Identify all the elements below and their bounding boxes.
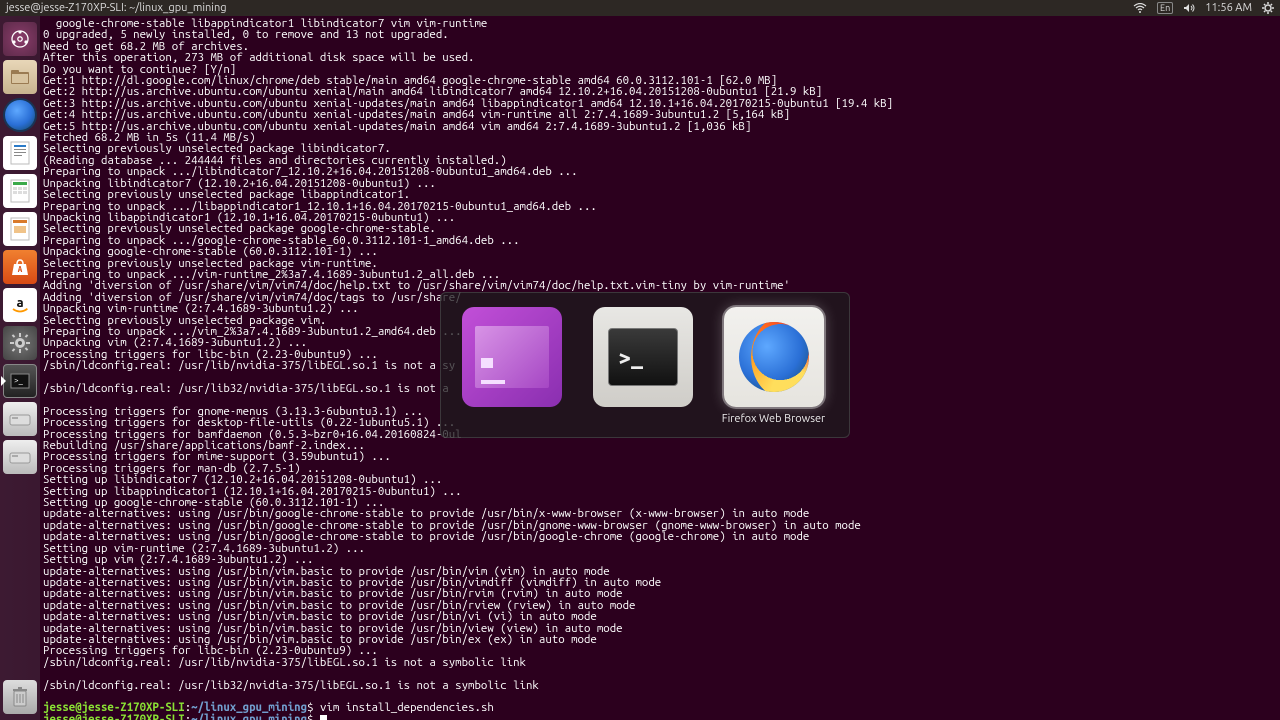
writer-icon[interactable] — [3, 136, 37, 170]
disk1-icon[interactable] — [3, 402, 37, 436]
wifi-icon[interactable] — [1133, 3, 1147, 13]
gear-icon[interactable] — [1262, 2, 1274, 14]
svg-text:A: A — [18, 265, 23, 274]
dash-icon[interactable] — [3, 22, 37, 56]
disk2-icon[interactable] — [3, 440, 37, 474]
trash-icon[interactable] — [3, 680, 37, 714]
top-menu-bar: jesse@jesse-Z170XP-SLI: ~/linux_gpu_mini… — [0, 0, 1280, 16]
settings-icon[interactable] — [3, 326, 37, 360]
alttab-app-terminal[interactable]: >_ — [590, 307, 695, 427]
alttab-app-window[interactable] — [459, 307, 564, 427]
files-icon[interactable] — [3, 60, 37, 94]
calc-icon[interactable] — [3, 174, 37, 208]
svg-text:a: a — [16, 296, 23, 310]
clock[interactable]: 11:56 AM — [1205, 2, 1252, 14]
amazon-icon[interactable]: a — [3, 288, 37, 322]
sound-icon[interactable] — [1183, 3, 1195, 13]
svg-text:>_: >_ — [14, 376, 23, 385]
lang-indicator[interactable]: En — [1157, 2, 1173, 14]
terminal-icon[interactable]: >_ — [3, 364, 37, 398]
alttab-label-2: Firefox Web Browser — [722, 413, 825, 427]
firefox-icon[interactable] — [3, 98, 37, 132]
alttab-app-firefox[interactable]: Firefox Web Browser — [721, 307, 826, 427]
window-title: jesse@jesse-Z170XP-SLI: ~/linux_gpu_mini… — [6, 2, 227, 14]
unity-launcher: A a >_ — [0, 16, 40, 720]
alt-tab-switcher: >_ Firefox Web Browser — [440, 292, 850, 438]
impress-icon[interactable] — [3, 212, 37, 246]
software-icon[interactable]: A — [3, 250, 37, 284]
